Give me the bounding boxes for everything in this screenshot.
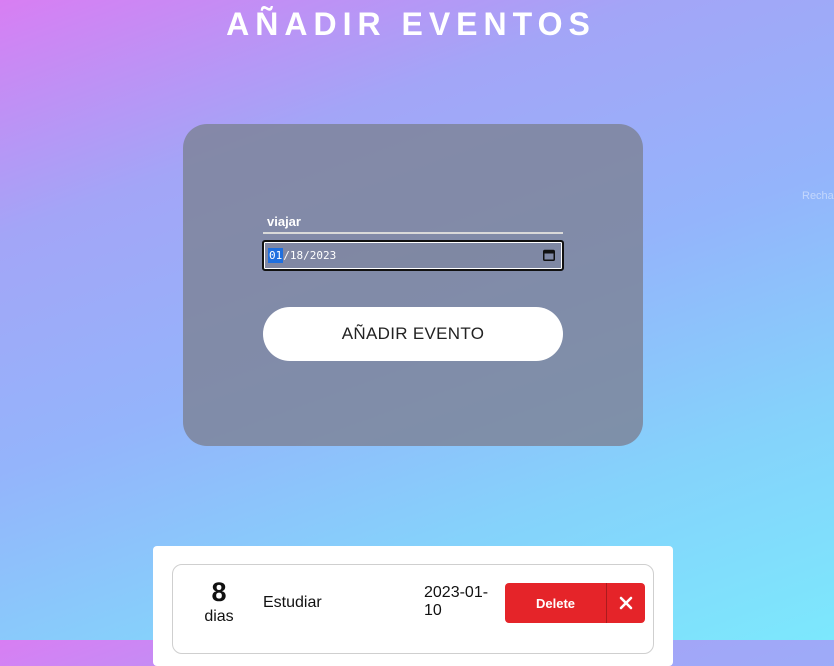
date-month-segment[interactable]: 01 <box>268 248 284 263</box>
days-remaining: 8 dias <box>192 578 246 626</box>
date-year-segment[interactable]: 2023 <box>310 249 337 262</box>
events-list: 8 dias Estudiar 2023-01-10 Delete <box>153 546 673 666</box>
event-name: Estudiar <box>263 594 322 611</box>
add-event-button[interactable]: AÑADIR EVENTO <box>263 307 563 361</box>
date-separator: / <box>303 249 310 262</box>
event-name-input[interactable] <box>263 208 563 234</box>
days-count: 8 <box>211 577 227 607</box>
event-date-input[interactable]: 01/18/2023 <box>262 240 564 271</box>
date-value: 01/18/2023 <box>268 248 336 263</box>
date-day-segment[interactable]: 18 <box>290 249 303 262</box>
delete-label: Delete <box>535 595 576 611</box>
days-unit: dias <box>204 608 234 625</box>
event-row: 8 dias Estudiar 2023-01-10 Delete <box>172 564 654 654</box>
event-date: 2023-01-10 <box>424 584 489 619</box>
delete-event-button[interactable]: Delete <box>505 583 645 623</box>
page-title: AÑADIR EVENTOS <box>226 6 596 42</box>
close-icon[interactable] <box>607 583 645 623</box>
date-separator: / <box>283 249 290 262</box>
event-form-card: 01/18/2023 AÑADIR EVENTO <box>183 124 643 446</box>
calendar-icon[interactable] <box>543 249 555 261</box>
side-hint-text: Recha <box>802 190 834 202</box>
